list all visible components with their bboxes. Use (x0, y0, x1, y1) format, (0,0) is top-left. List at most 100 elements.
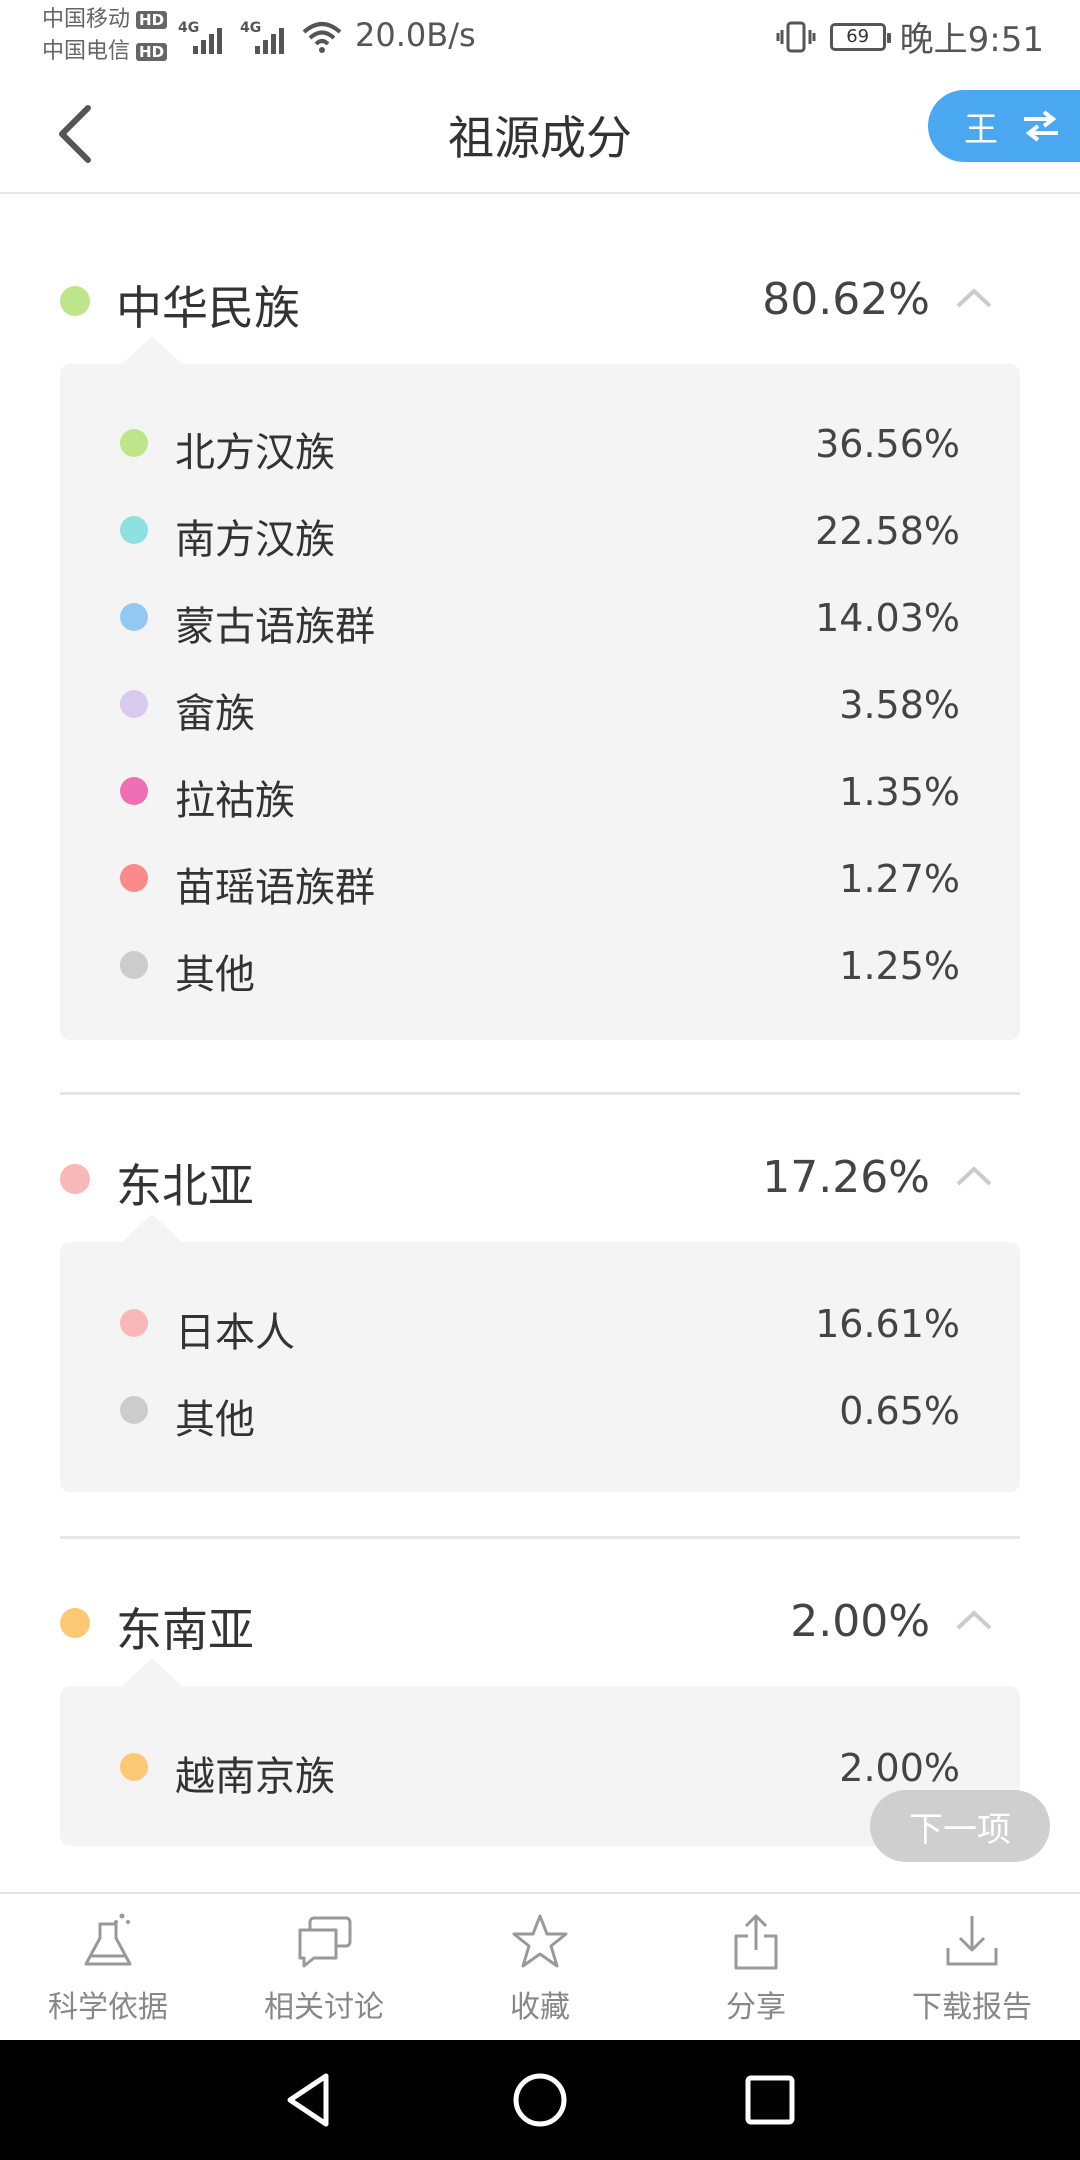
item-name: 畲族 (175, 691, 255, 737)
list-item: 其他 0.65% (60, 1379, 1020, 1443)
item-name: 其他 (175, 1397, 255, 1443)
signal-icon: 4G (178, 20, 222, 54)
list-item: 拉祜族 1.35% (60, 760, 1020, 824)
carrier-info: 中国移动 HD 中国电信 HD (42, 4, 168, 68)
group-color-dot (60, 1164, 90, 1194)
toolbar-label: 分享 (726, 1990, 786, 2025)
group-percent: 17.26% (762, 1152, 930, 1203)
item-percent: 1.25% (839, 944, 960, 988)
download-icon (946, 1916, 998, 1966)
toolbar-label: 科学依据 (48, 1990, 168, 2025)
item-color-dot (120, 603, 148, 631)
chevron-up-icon[interactable] (954, 1608, 994, 1632)
item-color-dot (120, 1309, 148, 1337)
item-color-dot (120, 1396, 148, 1424)
app-header: 祖源成分 王 (0, 76, 1080, 194)
net-speed: 20.0B/s (355, 16, 476, 54)
item-color-dot (120, 429, 148, 457)
chat-icon (298, 1916, 352, 1968)
battery-icon: 69 (829, 22, 891, 51)
signal-indicators: 4G 4G (178, 14, 342, 54)
item-name: 其他 (175, 952, 255, 998)
chevron-up-icon[interactable] (954, 1164, 994, 1188)
flask-icon (84, 1913, 132, 1966)
hd-badge: HD (136, 43, 168, 61)
toolbar-label: 相关讨论 (264, 1990, 384, 2025)
item-percent: 0.65% (839, 1389, 960, 1433)
toolbar-discussion-button[interactable]: 相关讨论 (216, 1894, 432, 2042)
star-icon (512, 1914, 568, 1968)
home-circle-icon[interactable] (510, 2070, 570, 2130)
signal-icon: 4G (240, 20, 284, 54)
ancestry-group[interactable]: 东北亚 17.26% (0, 1136, 1080, 1220)
switch-person-button[interactable]: 王 (928, 90, 1080, 162)
ancestry-group[interactable]: 东南亚 2.00% (0, 1580, 1080, 1664)
system-nav-bar (0, 2040, 1080, 2160)
item-color-dot (120, 864, 148, 892)
item-percent: 16.61% (815, 1302, 960, 1346)
next-item-button[interactable]: 下一项 (870, 1790, 1050, 1862)
carrier-2: 中国电信 (42, 39, 131, 64)
group-header[interactable]: 东南亚 2.00% (0, 1580, 1080, 1664)
group-name: 中华民族 (116, 281, 300, 335)
toolbar-download-button[interactable]: 下载报告 (864, 1894, 1080, 2042)
item-name: 越南京族 (175, 1754, 335, 1800)
list-item: 越南京族 2.00% (60, 1736, 1020, 1800)
status-bar: 中国移动 HD 中国电信 HD 4G 4G 20.0B/s 69 晚上9:51 (0, 0, 1080, 76)
vibrate-icon (776, 21, 816, 52)
group-header[interactable]: 东北亚 17.26% (0, 1136, 1080, 1220)
toolbar-label: 收藏 (510, 1990, 570, 2025)
item-color-dot (120, 516, 148, 544)
item-color-dot (120, 1753, 148, 1781)
item-color-dot (120, 951, 148, 979)
item-color-dot (120, 690, 148, 718)
item-name: 蒙古语族群 (175, 604, 375, 650)
item-percent: 1.35% (839, 770, 960, 814)
ancestry-group[interactable]: 中华民族 80.62% (0, 258, 1080, 342)
back-triangle-icon[interactable] (278, 2070, 338, 2130)
toolbar-science-button[interactable]: 科学依据 (0, 1894, 216, 2042)
chevron-up-icon[interactable] (954, 286, 994, 310)
item-name: 日本人 (175, 1310, 295, 1356)
list-item: 其他 1.25% (60, 934, 1020, 998)
list-item: 南方汉族 22.58% (60, 499, 1020, 563)
swap-arrows-icon (1024, 110, 1058, 142)
group-name: 东北亚 (116, 1159, 254, 1213)
toolbar-label: 下载报告 (912, 1990, 1032, 2025)
item-percent: 1.27% (839, 857, 960, 901)
group-percent: 80.62% (762, 274, 930, 325)
share-icon (734, 1914, 778, 1970)
recents-square-icon[interactable] (740, 2070, 800, 2130)
group-header[interactable]: 中华民族 80.62% (0, 258, 1080, 342)
list-item: 北方汉族 36.56% (60, 412, 1020, 476)
group-name: 东南亚 (116, 1603, 254, 1657)
item-percent: 14.03% (815, 596, 960, 640)
ancestry-content: 中华民族 80.62% 北方汉族 36.56% 南方汉族 22.58% 蒙古语族… (0, 194, 1080, 1894)
wifi-icon (302, 22, 342, 53)
section-divider (60, 1536, 1020, 1539)
item-name: 苗瑶语族群 (175, 865, 375, 911)
list-item: 苗瑶语族群 1.27% (60, 847, 1020, 911)
list-item: 日本人 16.61% (60, 1292, 1020, 1356)
hd-badge: HD (136, 11, 168, 29)
switch-person-label: 王 (964, 109, 998, 150)
toolbar-favorite-button[interactable]: 收藏 (432, 1894, 648, 2042)
item-percent: 3.58% (839, 683, 960, 727)
clock: 晚上9:51 (899, 20, 1044, 60)
item-percent: 36.56% (815, 422, 960, 466)
item-name: 南方汉族 (175, 517, 335, 563)
list-item: 畲族 3.58% (60, 673, 1020, 737)
toolbar-share-button[interactable]: 分享 (648, 1894, 864, 2042)
group-percent: 2.00% (790, 1596, 930, 1647)
page-title: 祖源成分 (448, 111, 632, 165)
item-name: 北方汉族 (175, 430, 335, 476)
item-percent: 2.00% (839, 1746, 960, 1790)
group-detail-panel: 北方汉族 36.56% 南方汉族 22.58% 蒙古语族群 14.03% 畲族 … (60, 336, 1020, 1040)
section-divider (60, 1092, 1020, 1095)
group-detail-panel: 日本人 16.61% 其他 0.65% (60, 1214, 1020, 1492)
bottom-toolbar: 科学依据 相关讨论 收藏 分享 下载报告 (0, 1892, 1080, 2042)
group-color-dot (60, 1608, 90, 1638)
item-name: 拉祜族 (175, 778, 295, 824)
item-color-dot (120, 777, 148, 805)
item-percent: 22.58% (815, 509, 960, 553)
